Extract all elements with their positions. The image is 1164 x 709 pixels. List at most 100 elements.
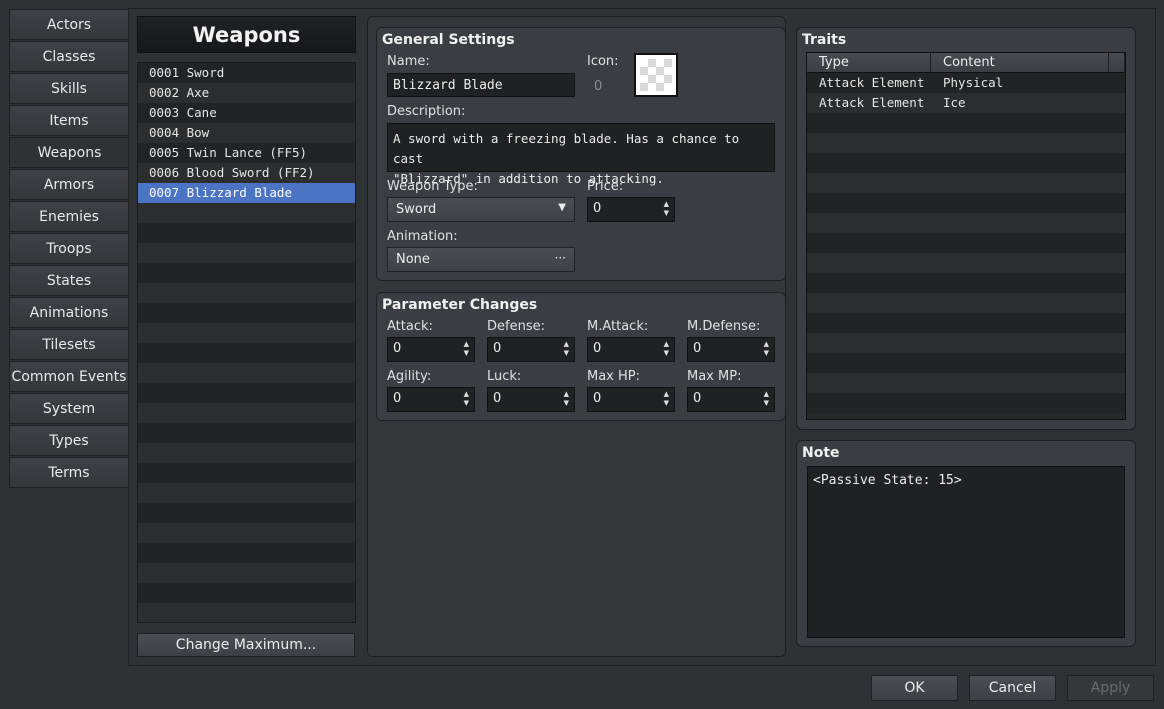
tab-armors[interactable]: Armors [9,169,129,200]
spin-arrows-icon[interactable]: ▲ ▼ [764,340,769,358]
description-field[interactable]: A sword with a freezing blade. Has a cha… [387,123,775,186]
weapon-type-label: Weapon Type: [387,179,478,194]
weapon-type-select[interactable]: Sword ▼ [387,197,575,222]
empty-list-row [138,483,355,503]
tab-animations[interactable]: Animations [9,297,129,328]
list-item-selected[interactable]: 0007 Blizzard Blade [138,183,355,203]
trait-content: Physical [943,75,1004,90]
trait-content: Ice [943,95,966,110]
list-item[interactable]: 0002 Axe [138,83,355,103]
price-label: Price: [587,179,624,194]
tab-classes[interactable]: Classes [9,41,129,72]
table-row[interactable]: Attack Element Physical [807,73,1125,93]
tab-tilesets[interactable]: Tilesets [9,329,129,360]
tab-common-events[interactable]: Common Events [9,361,129,392]
tab-skills[interactable]: Skills [9,73,129,104]
description-label: Description: [387,104,466,119]
chevron-down-icon: ▼ [558,202,566,213]
name-field[interactable]: Blizzard Blade [387,73,575,97]
spin-arrows-icon[interactable]: ▲ ▼ [464,340,469,358]
section-title: Traits [802,32,847,48]
empty-table-row [807,173,1125,193]
ok-button[interactable]: OK [871,675,958,701]
list-item[interactable]: 0006 Blood Sword (FF2) [138,163,355,183]
traits-header: Type Content [807,53,1125,73]
apply-button[interactable]: Apply [1067,675,1154,701]
animation-value: None [396,252,430,267]
empty-list-row [138,223,355,243]
section-title: General Settings [382,32,515,48]
m-defense-stepper[interactable]: 0 ▲ ▼ [687,337,775,362]
agility-label: Agility: [387,369,432,384]
max-mp-value: 0 [693,391,702,406]
weapon-list[interactable]: 0001 Sword 0002 Axe 0003 Cane 0004 Bow 0… [137,62,356,623]
empty-table-row [807,353,1125,373]
spin-arrows-icon[interactable]: ▲ ▼ [464,390,469,408]
luck-label: Luck: [487,369,522,384]
empty-table-row [807,333,1125,353]
m-attack-label: M.Attack: [587,319,649,334]
empty-list-row [138,583,355,603]
attack-label: Attack: [387,319,433,334]
max-hp-value: 0 [593,391,602,406]
empty-table-row [807,393,1125,413]
database-tabs: Actors Classes Skills Items Weapons Armo… [9,9,130,489]
list-item[interactable]: 0003 Cane [138,103,355,123]
empty-list-row [138,403,355,423]
spin-arrows-icon[interactable]: ▲ ▼ [764,390,769,408]
price-stepper[interactable]: 0 ▲ ▼ [587,197,675,222]
section-title: Note [802,445,840,461]
icon-label: Icon: [587,54,619,69]
note-field[interactable]: <Passive State: 15> [807,466,1125,638]
max-mp-label: Max MP: [687,369,742,384]
tab-types[interactable]: Types [9,425,129,456]
empty-list-row [138,263,355,283]
tab-troops[interactable]: Troops [9,233,129,264]
cancel-button[interactable]: Cancel [969,675,1056,701]
defense-stepper[interactable]: 0 ▲ ▼ [487,337,575,362]
attack-stepper[interactable]: 0 ▲ ▼ [387,337,475,362]
icon-index: 0 [594,79,603,94]
empty-table-row [807,193,1125,213]
tab-items[interactable]: Items [9,105,129,136]
spin-arrows-icon[interactable]: ▲ ▼ [664,390,669,408]
empty-list-row [138,523,355,543]
tab-terms[interactable]: Terms [9,457,129,488]
tab-actors[interactable]: Actors [9,9,129,40]
column-header-content[interactable]: Content [931,53,1109,72]
empty-list-row [138,323,355,343]
max-hp-stepper[interactable]: 0 ▲ ▼ [587,387,675,412]
empty-list-row [138,203,355,223]
empty-table-row [807,273,1125,293]
empty-table-row [807,233,1125,253]
empty-list-row [138,383,355,403]
icon-preview[interactable] [634,53,678,97]
tab-enemies[interactable]: Enemies [9,201,129,232]
luck-stepper[interactable]: 0 ▲ ▼ [487,387,575,412]
column-header-type[interactable]: Type [807,53,931,72]
m-attack-stepper[interactable]: 0 ▲ ▼ [587,337,675,362]
spin-arrows-icon[interactable]: ▲ ▼ [564,390,569,408]
max-mp-stepper[interactable]: 0 ▲ ▼ [687,387,775,412]
tab-states[interactable]: States [9,265,129,296]
list-item[interactable]: 0004 Bow [138,123,355,143]
tab-system[interactable]: System [9,393,129,424]
spin-arrows-icon[interactable]: ▲ ▼ [664,200,669,218]
list-item[interactable]: 0005 Twin Lance (FF5) [138,143,355,163]
traits-table[interactable]: Type Content Attack Element Physical Att… [806,52,1126,420]
tab-weapons[interactable]: Weapons [9,137,130,168]
spin-arrows-icon[interactable]: ▲ ▼ [664,340,669,358]
empty-table-row [807,293,1125,313]
defense-value: 0 [493,341,502,356]
list-item[interactable]: 0001 Sword [138,63,355,83]
table-row[interactable]: Attack Element Ice [807,93,1125,113]
empty-list-row [138,423,355,443]
agility-stepper[interactable]: 0 ▲ ▼ [387,387,475,412]
change-maximum-button[interactable]: Change Maximum... [137,633,355,657]
empty-list-row [138,363,355,383]
spin-arrows-icon[interactable]: ▲ ▼ [564,340,569,358]
price-value: 0 [593,201,602,216]
animation-select[interactable]: None ··· [387,247,575,272]
column-header-spacer [1109,53,1125,72]
luck-value: 0 [493,391,502,406]
